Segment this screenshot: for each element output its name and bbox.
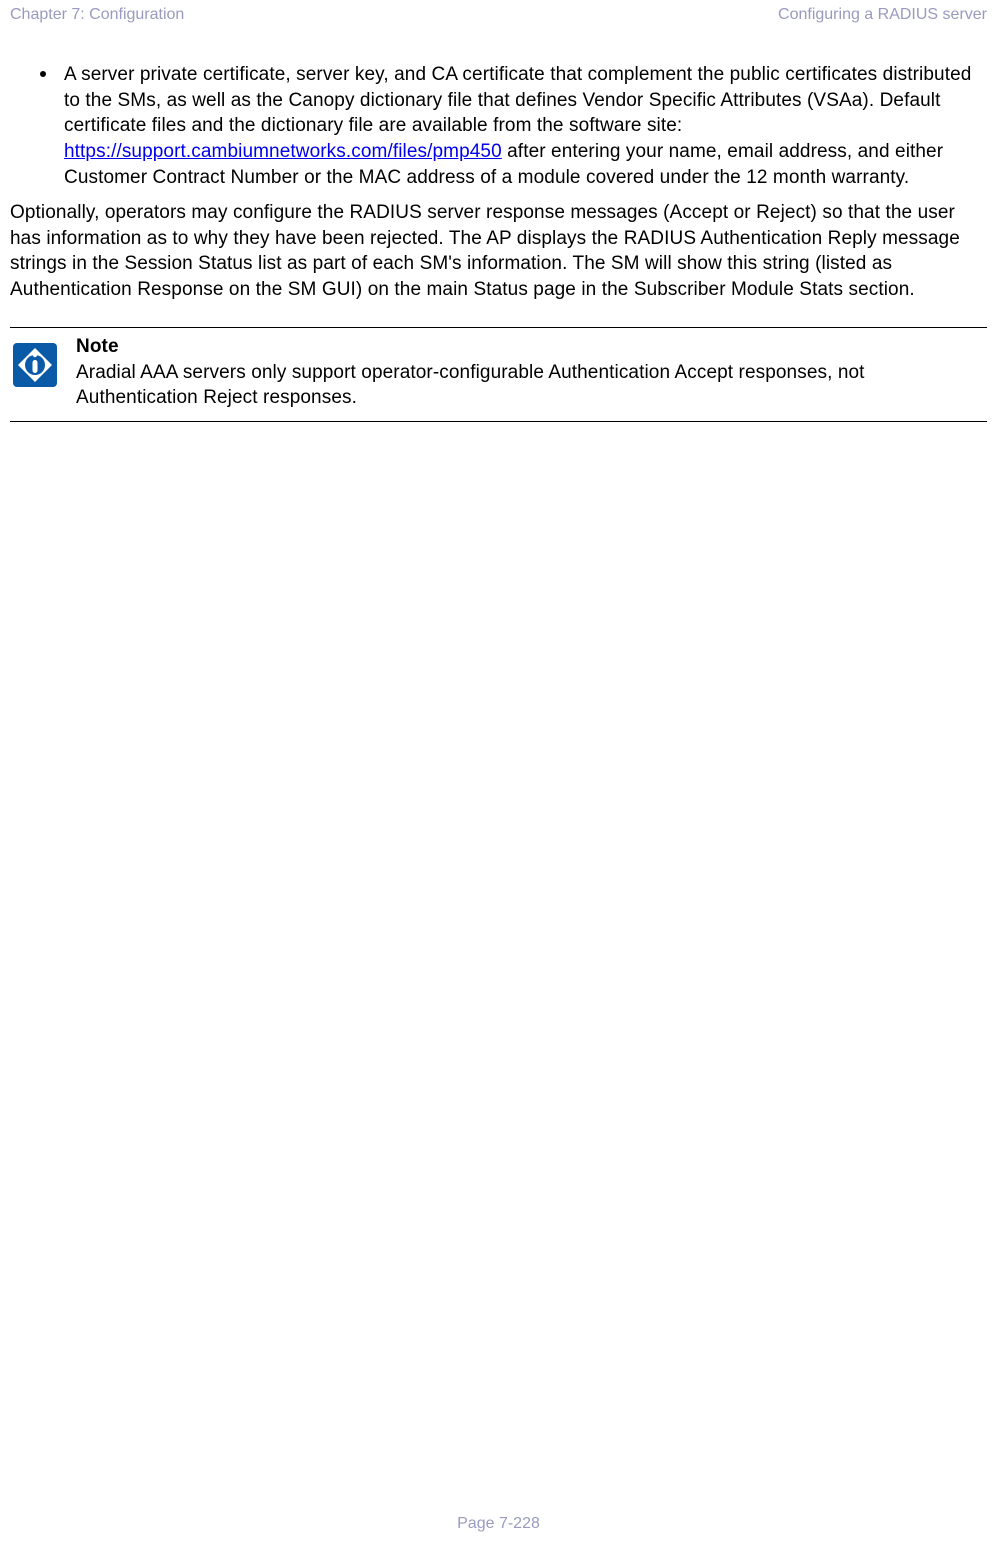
bullet-item: A server private certificate, server key… [40,62,987,190]
bullet-list: A server private certificate, server key… [10,62,987,190]
note-icon [12,342,58,388]
note-title: Note [76,336,987,358]
bullet-text-pre: A server private certificate, server key… [64,64,971,136]
software-site-link[interactable]: https://support.cambiumnetworks.com/file… [64,141,502,162]
note-body: Aradial AAA servers only support operato… [76,360,987,411]
page-header: Chapter 7: Configuration Configuring a R… [0,0,997,24]
header-right: Configuring a RADIUS server [778,6,987,24]
header-left: Chapter 7: Configuration [10,6,184,24]
page-footer: Page 7-228 [0,1515,997,1533]
page-content: A server private certificate, server key… [0,24,997,422]
note-callout: Note Aradial AAA servers only support op… [10,327,987,422]
body-paragraph: Optionally, operators may configure the … [10,200,987,303]
bullet-dot-icon [40,71,46,77]
note-text-column: Note Aradial AAA servers only support op… [76,336,987,411]
bullet-text: A server private certificate, server key… [64,62,987,190]
